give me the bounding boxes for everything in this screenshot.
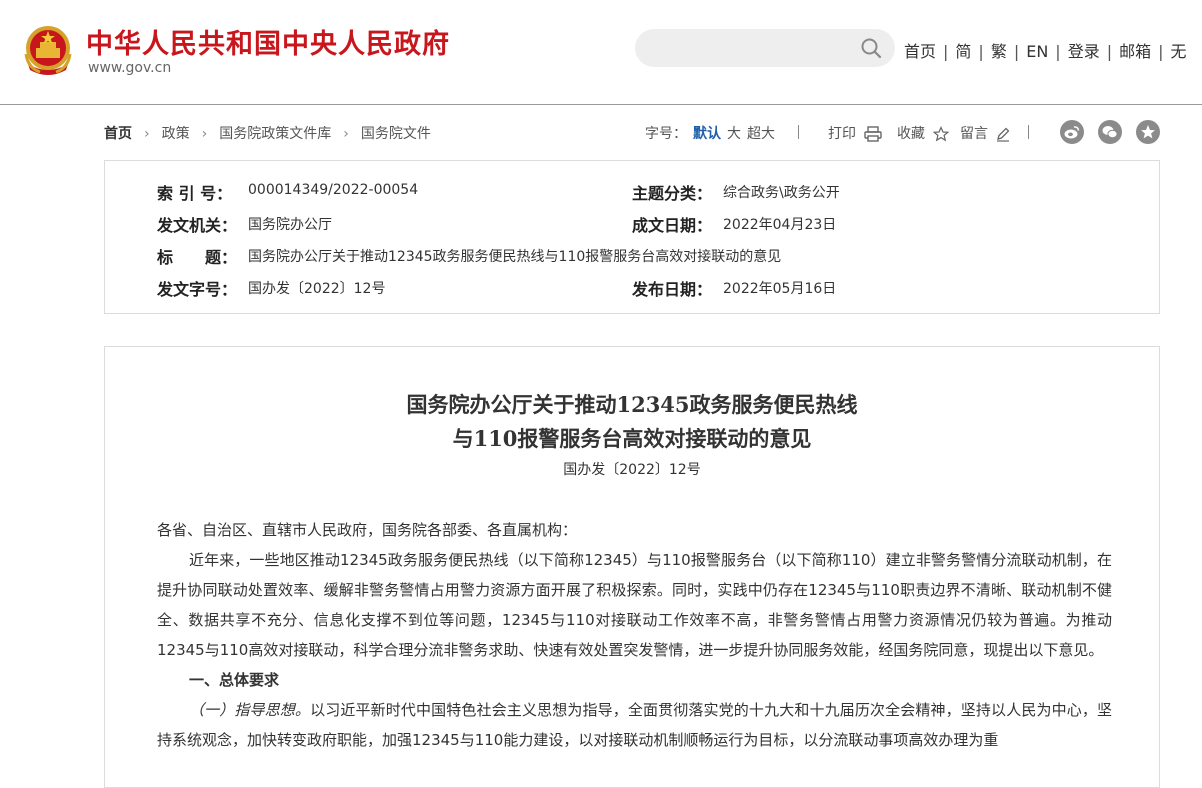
article-title-line-2: 与110报警服务台高效对接联动的意见 — [452, 426, 812, 451]
nav-separator: | — [943, 42, 949, 61]
article-doc-number: 国办发〔2022〕12号 — [563, 462, 701, 478]
chevron-right-icon: › — [201, 126, 208, 142]
printer-icon — [864, 126, 883, 142]
publish-date-value: 2022年05月16日 — [723, 281, 837, 297]
breadcrumb-toolbar: 首页 › 政策 › 国务院政策文件库 › 国务院文件 字号： 默认大超大 打印 收藏 留言 — [104, 120, 1164, 146]
publish-date-label: 发布日期： — [632, 280, 713, 299]
breadcrumb: 首页 › 政策 › 国务院政策文件库 › 国务院文件 — [104, 123, 431, 143]
article-body: 各省、自治区、直辖市人民政府，国务院各部委、各直属机构： 近年来，一些地区推动1… — [157, 515, 1112, 755]
topic-label: 主题分类： — [632, 184, 713, 203]
divider — [798, 125, 799, 139]
article-container: 国务院办公厅关于推动12345政务服务便民热线 与110报警服务台高效对接联动的… — [104, 346, 1160, 788]
pencil-icon — [997, 127, 1010, 142]
intro-paragraph: 近年来，一些地区推动12345政务服务便民热线（以下简称12345）与110报警… — [157, 551, 1112, 659]
nav-traditional-link[interactable]: 繁 — [991, 42, 1007, 61]
font-size-label: 字号： — [645, 126, 687, 142]
search-input[interactable] — [651, 37, 855, 61]
site-domain: www.gov.cn — [88, 60, 172, 76]
chevron-right-icon: › — [144, 126, 150, 142]
site-header: 中华人民共和国中央人民政府 www.gov.cn 首页 | 简 | 繁 | EN | 登录 | 邮箱… — [0, 0, 1202, 105]
favorite-star-icon[interactable] — [1136, 120, 1160, 144]
article-title-line-1: 国务院办公厅关于推动12345政务服务便民热线 — [406, 392, 858, 417]
nav-separator: | — [978, 42, 984, 61]
index-number-label: 索 引 号： — [157, 184, 233, 203]
nav-separator: | — [1106, 42, 1113, 61]
star-glyph-icon — [1141, 125, 1155, 139]
nav-separator: | — [1158, 42, 1164, 61]
comment-label: 留言 — [960, 126, 988, 142]
issuer-value: 国务院办公厅 — [248, 217, 332, 233]
weibo-icon[interactable] — [1060, 120, 1084, 144]
font-size-default[interactable]: 默认 — [693, 126, 721, 142]
topic-value: 综合政务\政务公开 — [723, 185, 840, 201]
breadcrumb-state-council-docs[interactable]: 国务院文件 — [361, 126, 431, 142]
search-box — [635, 29, 895, 67]
font-size-xlarge[interactable]: 超大 — [747, 126, 775, 142]
wechat-icon[interactable] — [1098, 120, 1122, 144]
title-label: 标 题： — [157, 248, 238, 267]
nav-login-link[interactable]: 登录 — [1068, 42, 1100, 61]
guiding-principle-paragraph: （一）指导思想。以习近平新时代中国特色社会主义思想为指导，全面贯彻落实党的十九大… — [157, 695, 1112, 755]
site-title[interactable]: 中华人民共和国中央人民政府 — [86, 22, 450, 61]
top-nav: 首页 | 简 | 繁 | EN | 登录 | 邮箱 | 无 — [904, 38, 1187, 62]
print-button[interactable]: 打印 — [828, 123, 883, 143]
document-meta-table: 索 引 号： 000014349/2022-00054 主题分类： 综合政务\政… — [104, 160, 1160, 314]
title-value: 国务院办公厅关于推动12345政务服务便民热线与110报警服务台高效对接联动的意… — [248, 249, 782, 265]
breadcrumb-policy-library[interactable]: 国务院政策文件库 — [219, 126, 331, 142]
date-written-label: 成文日期： — [632, 216, 713, 235]
weibo-glyph-icon — [1064, 126, 1080, 139]
nav-mail-link[interactable]: 邮箱 — [1119, 42, 1151, 61]
nav-separator: | — [1055, 42, 1061, 61]
search-icon[interactable] — [860, 37, 882, 59]
comment-button[interactable]: 留言 — [960, 123, 1010, 143]
subsection-label: （一）指导思想。 — [189, 701, 311, 719]
font-size-large[interactable]: 大 — [727, 126, 741, 142]
breadcrumb-policy[interactable]: 政策 — [162, 126, 190, 142]
breadcrumb-home[interactable]: 首页 — [104, 126, 132, 142]
favorite-button[interactable]: 收藏 — [897, 123, 950, 143]
nav-english-link[interactable]: EN — [1026, 42, 1048, 61]
divider — [1028, 125, 1029, 139]
national-emblem-logo[interactable] — [22, 24, 74, 78]
wechat-glyph-icon — [1102, 126, 1118, 139]
font-size-switcher: 字号： 默认大超大 — [645, 123, 775, 143]
doc-number-value: 国办发〔2022〕12号 — [248, 281, 386, 297]
issuer-label: 发文机关： — [157, 216, 238, 235]
section-heading: 一、总体要求 — [189, 671, 280, 689]
chevron-right-icon: › — [343, 126, 349, 142]
date-written-value: 2022年04月23日 — [723, 217, 837, 233]
print-label: 打印 — [828, 126, 856, 142]
star-outline-icon — [933, 126, 950, 142]
nav-separator: | — [1013, 42, 1020, 61]
salutation: 各省、自治区、直辖市人民政府，国务院各部委、各直属机构： — [157, 521, 578, 539]
nav-home-link[interactable]: 首页 — [904, 42, 936, 61]
doc-number-label: 发文字号： — [157, 280, 238, 299]
favorite-label: 收藏 — [897, 126, 925, 142]
index-number-value: 000014349/2022-00054 — [248, 182, 419, 198]
nav-simplified-link[interactable]: 简 — [955, 42, 971, 61]
nav-accessibility-link[interactable]: 无 — [1171, 42, 1187, 61]
